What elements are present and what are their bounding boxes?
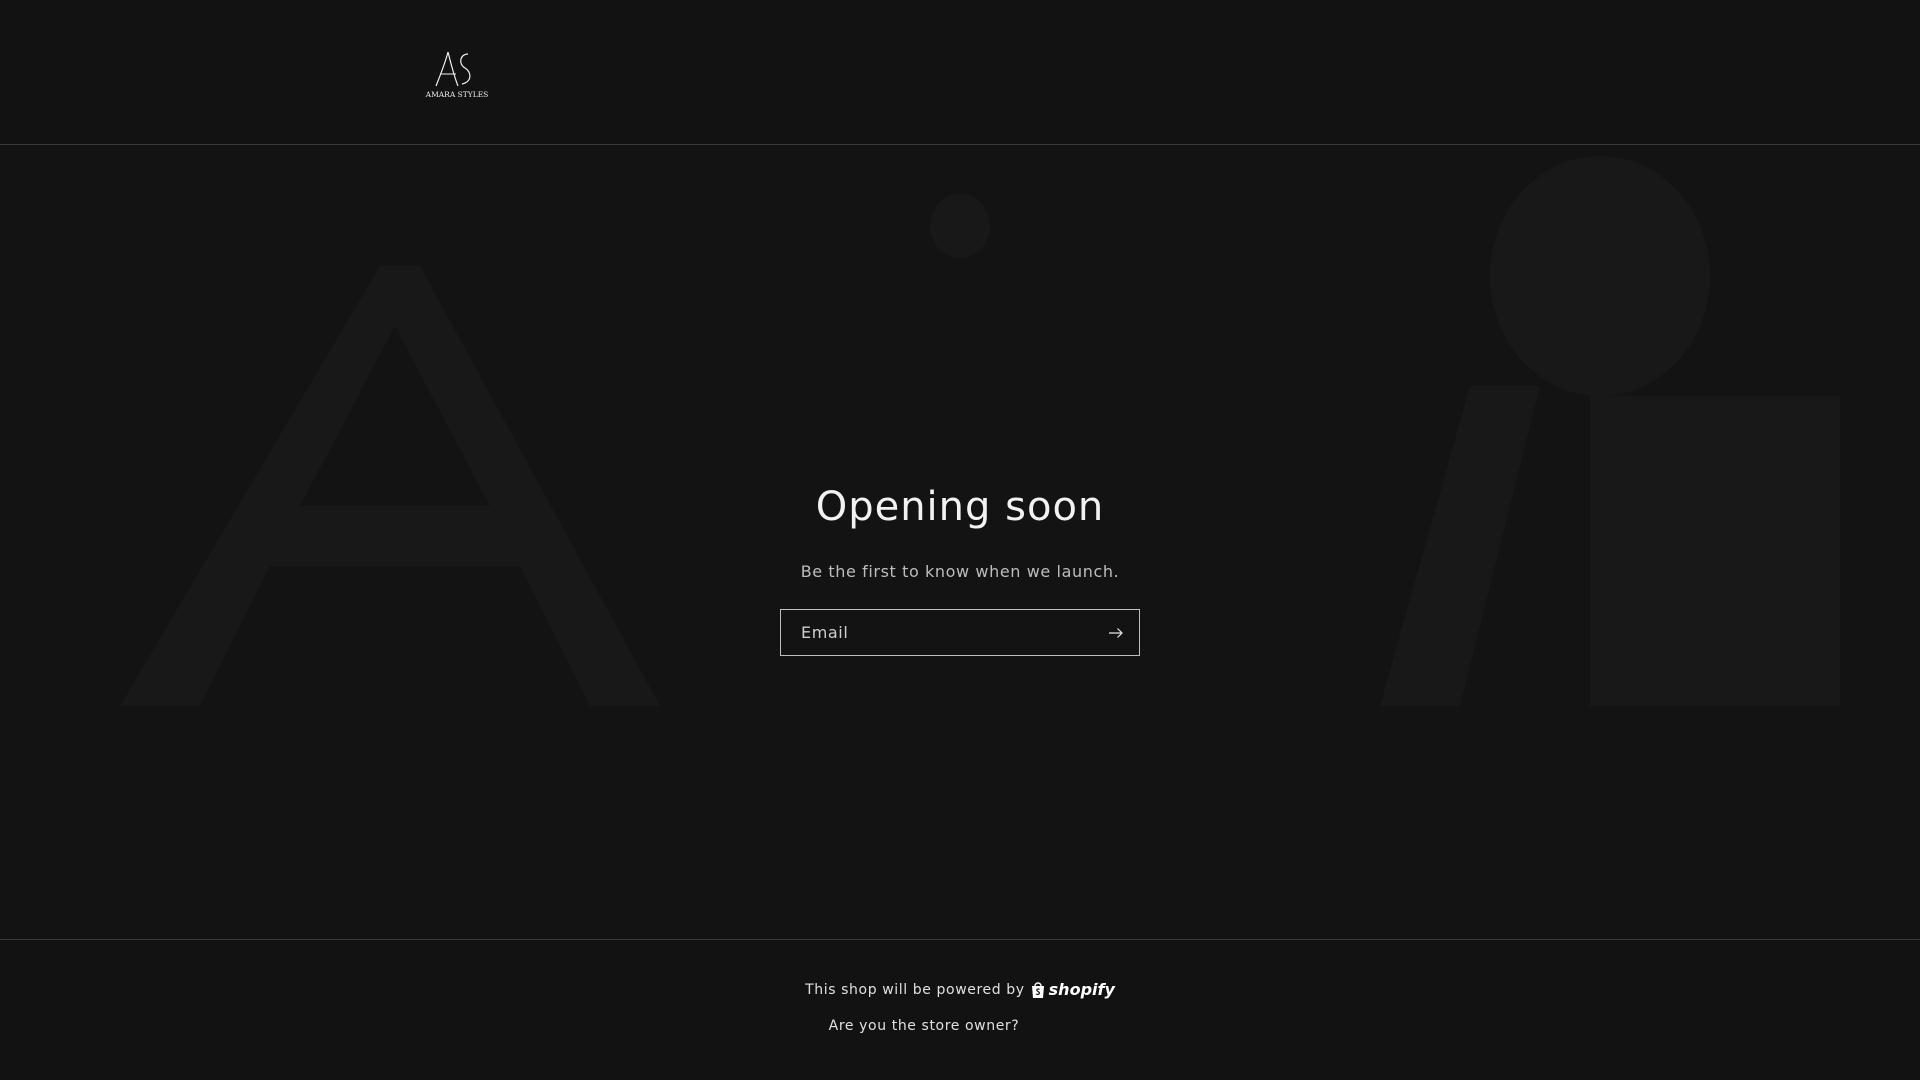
background-letters-image (120, 156, 1840, 706)
powered-by-text: This shop will be powered by (805, 981, 1025, 998)
page-title: Opening soon (815, 484, 1105, 530)
site-footer: This shop will be powered by shopify Are… (0, 939, 1920, 1080)
shopify-bag-icon (1031, 981, 1044, 998)
shopify-link[interactable]: shopify (1030, 980, 1115, 999)
logo-text: AMARA STYLES (425, 90, 489, 98)
page-subtitle: Be the first to know when we launch. (800, 562, 1120, 581)
store-owner-link[interactable]: Are you the store owner? (0, 1018, 1848, 1034)
powered-by: This shop will be powered by shopify (0, 980, 1920, 999)
shopify-label: shopify (1048, 980, 1115, 999)
arrow-right-icon (1109, 627, 1123, 638)
newsletter-form (780, 609, 1140, 656)
email-input[interactable] (781, 610, 1091, 655)
store-logo-image: AMARA STYLES (425, 51, 489, 98)
subscribe-button[interactable] (1093, 610, 1139, 655)
site-header: AMARA STYLES (0, 0, 1920, 145)
opening-soon-section: Opening soon Be the first to know when w… (0, 146, 1920, 939)
store-logo[interactable]: AMARA STYLES (418, 46, 496, 98)
